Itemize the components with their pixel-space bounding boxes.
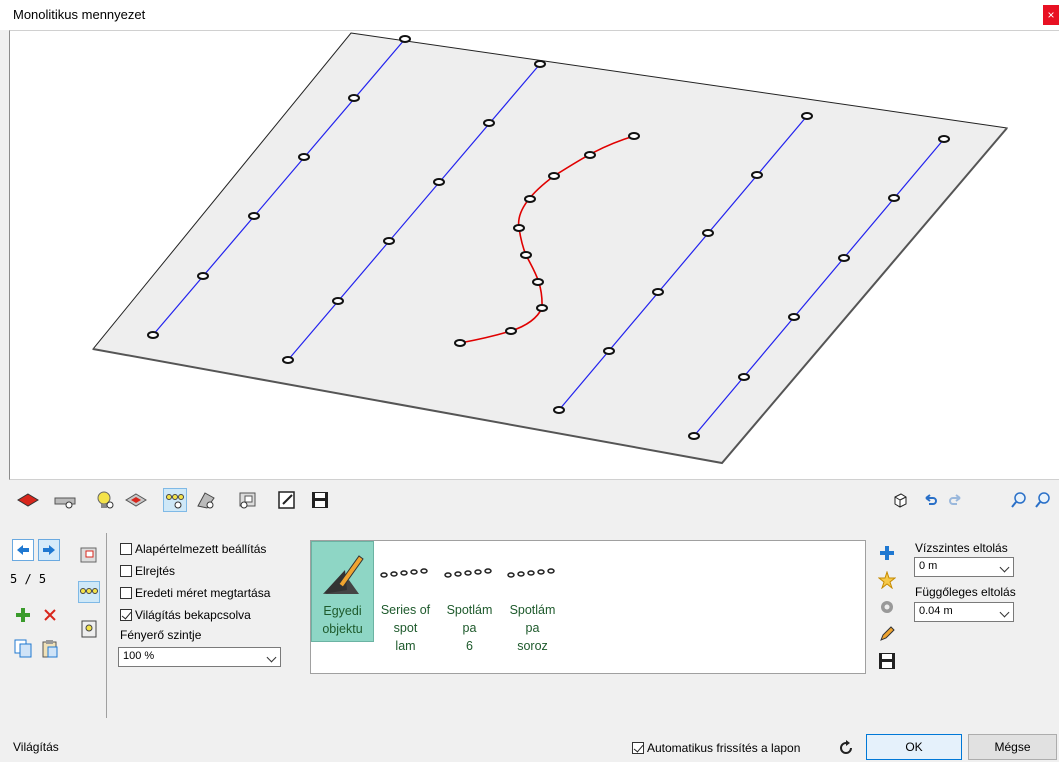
edit-document-icon[interactable] [275,488,299,512]
next-button[interactable] [38,539,60,561]
library-item-spot-series[interactable]: Spotlám pa soroz [501,541,564,653]
library-item-label: Egyedi objektu [322,604,363,636]
gear-icon [881,601,893,613]
redo-icon[interactable] [944,488,968,512]
auto-refresh-label: Automatikus frissítés a lapon [647,741,801,755]
spotlight-series-icon [507,568,555,578]
brightness-value: 100 % [123,650,155,662]
zoom-out-icon[interactable] [1031,488,1055,512]
arrow-right-icon [43,545,55,555]
save-library-button[interactable] [877,651,897,671]
ceiling-tools-icon[interactable] [194,488,218,512]
spotlight-series-icon [444,568,492,578]
item-counter: 5 / 5 [10,572,47,586]
add-to-library-button[interactable] [877,543,897,563]
chevron-down-icon [999,607,1010,618]
auto-refresh-option[interactable]: Automatikus frissítés a lapon [632,740,800,756]
library-item-spot-6[interactable]: Spotlám pa 6 [438,541,501,653]
delete-icon [44,609,56,621]
settings-button[interactable] [877,597,897,617]
refresh-icon [840,740,852,754]
hide-option[interactable]: Elrejtés [120,563,175,579]
separator [106,533,107,718]
pencil-icon [880,626,895,641]
save-icon [879,653,895,669]
light-series-icon[interactable] [163,488,187,512]
horizontal-offset-label: Vízszintes eltolás [915,541,1008,555]
library-item-label: Spotlám pa 6 [446,603,493,653]
add-light-icon[interactable] [93,488,117,512]
keep-size-option[interactable]: Eredeti méret megtartása [120,585,270,601]
previous-button[interactable] [12,539,34,561]
ceiling-element-tab[interactable] [78,544,100,566]
default-settings-option[interactable]: Alapértelmezett beállítás [120,541,266,557]
light-box-icon [81,620,97,638]
light-settings-tab[interactable] [78,618,100,640]
keep-size-checkbox[interactable] [120,587,132,599]
vertical-offset-value: 0.04 m [919,605,953,617]
plus-icon [16,608,30,622]
star-icon [878,571,896,589]
ceiling-preview-canvas [92,32,1008,465]
horizontal-offset-select[interactable]: 0 m [914,557,1014,577]
save-icon[interactable] [308,488,332,512]
close-button[interactable]: × [1043,5,1059,25]
lighting-on-checkbox[interactable] [120,609,132,621]
zoom-in-icon[interactable] [1007,488,1031,512]
3d-preview[interactable] [9,30,1059,480]
view-toolbar [0,488,1059,516]
add-ceiling-element-icon[interactable] [124,488,148,512]
light-library: Egyedi objektu Series of spot lam Spotlám … [310,540,866,674]
lighting-on-label: Világítás bekapcsolva [135,608,251,622]
copy-button[interactable] [12,638,34,660]
favorite-button[interactable] [877,570,897,590]
ceiling-slab [92,32,1008,464]
title-bar: Monolitikus mennyezet × [0,0,1059,30]
edit-button[interactable] [877,624,897,644]
library-item-custom[interactable]: Egyedi objektu [311,541,374,642]
cancel-button[interactable]: Mégse [968,734,1057,760]
vertical-offset-select[interactable]: 0.04 m [914,602,1014,622]
library-item-label: Series of spot lam [380,603,431,653]
arrow-left-icon [17,545,29,555]
library-item-series[interactable]: Series of spot lam [374,541,437,653]
add-slab-icon[interactable] [53,488,77,512]
brightness-select[interactable]: 100 % [118,647,281,667]
chevron-down-icon [999,562,1010,573]
light-series-icon [80,588,98,594]
paste-button[interactable] [39,638,61,660]
default-settings-label: Alapértelmezett beállítás [135,542,267,556]
vertical-offset-label: Függőleges eltolás [915,585,1016,599]
undo-icon[interactable] [918,488,942,512]
brightness-label: Fényerő szintje [120,628,202,642]
opening-icon [80,547,97,563]
copy-icon [14,639,32,658]
plus-icon [880,546,894,560]
ok-button[interactable]: OK [866,734,962,760]
lighting-tab[interactable] [78,581,100,603]
library-item-label: Spotlám pa soroz [509,603,556,653]
spotlight-series-icon [380,568,428,578]
delete-button[interactable] [39,604,61,626]
ceiling-view-icon[interactable] [16,488,40,512]
refresh-button[interactable] [834,736,858,760]
paste-icon [42,640,58,658]
3d-box-icon[interactable] [888,488,912,512]
hide-checkbox[interactable] [120,565,132,577]
hide-label: Elrejtés [135,564,176,578]
window-title: Monolitikus mennyezet [13,7,146,22]
lighting-on-option[interactable]: Világítás bekapcsolva [120,607,251,623]
custom-object-icon [323,555,364,594]
chevron-down-icon [266,652,277,663]
default-settings-checkbox[interactable] [120,543,132,555]
horizontal-offset-value: 0 m [919,560,938,572]
section-label: Világítás [13,740,59,754]
keep-size-label: Eredeti méret megtartása [135,586,271,600]
add-opening-icon[interactable] [236,488,260,512]
add-button[interactable] [12,604,34,626]
auto-refresh-checkbox[interactable] [632,742,644,754]
